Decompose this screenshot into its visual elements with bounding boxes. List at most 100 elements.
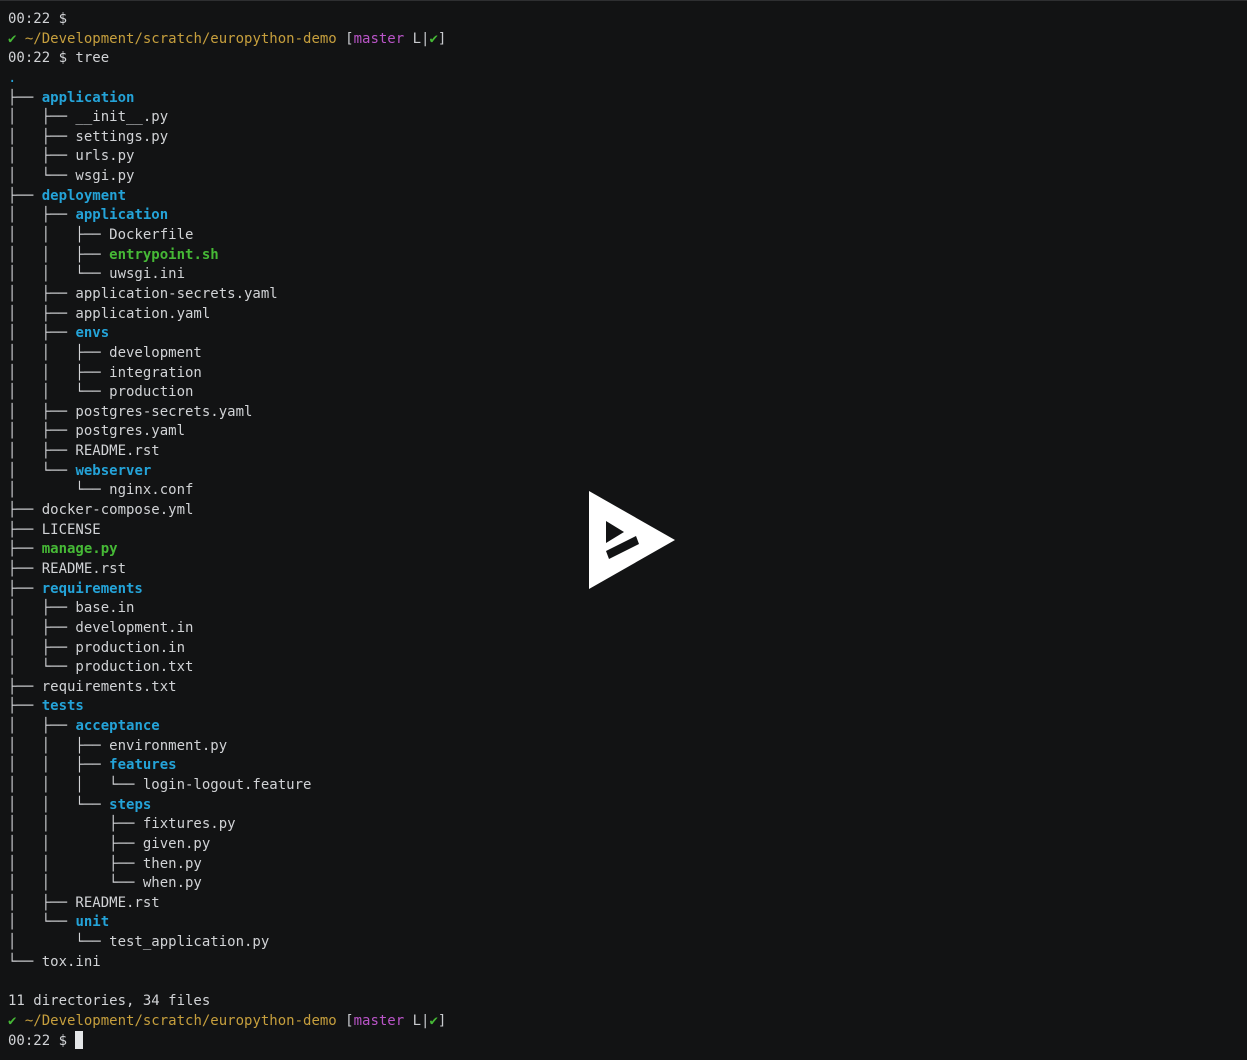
terminal-line: │ ├── settings.py: [8, 128, 1247, 148]
terminal-text: │ ├── README.rst: [8, 894, 160, 911]
terminal-text: .: [8, 69, 17, 86]
terminal-text: │ │ ├── then.py: [8, 855, 202, 872]
terminal-text: │ │ ├── integration: [8, 364, 202, 381]
terminal-text: ├──: [8, 187, 42, 204]
terminal-line: │ ├── application-secrets.yaml: [8, 285, 1247, 305]
terminal-line: │ │ ├── integration: [8, 364, 1247, 384]
terminal-line: │ │ └── uwsgi.ini: [8, 265, 1247, 285]
terminal-text: ├── docker-compose.yml: [8, 502, 194, 519]
terminal-line: │ │ ├── Dockerfile: [8, 226, 1247, 246]
terminal-line: ├── tests: [8, 697, 1247, 717]
terminal-text: │ ├── application.yaml: [8, 305, 211, 322]
terminal-line: │ ├── production.in: [8, 639, 1247, 659]
terminal-text: │ │ └── uwsgi.ini: [8, 266, 186, 283]
check-icon: ✔: [429, 30, 438, 47]
check-icon: ✔: [429, 1012, 438, 1029]
git-branch-name: master: [353, 30, 405, 47]
terminal-line: │ │ └── steps: [8, 796, 1247, 816]
terminal-line: ├── requirements.txt: [8, 678, 1247, 698]
terminal-line: │ ├── postgres-secrets.yaml: [8, 403, 1247, 423]
terminal-text: │ └── nginx.conf: [8, 482, 194, 499]
terminal-text: L|: [404, 1012, 430, 1029]
terminal-text: │ │ ├── Dockerfile: [8, 227, 194, 244]
terminal-text: │ ├── base.in: [8, 600, 135, 617]
terminal-line: └── tox.ini: [8, 953, 1247, 973]
terminal-text: ├──: [8, 89, 42, 106]
terminal-text: ├──: [8, 541, 42, 558]
terminal-text: └── tox.ini: [8, 953, 101, 970]
terminal-line: │ ├── application: [8, 206, 1247, 226]
terminal-text: │ ├── __init__.py: [8, 109, 169, 126]
terminal-line: │ │ ├── given.py: [8, 835, 1247, 855]
tree-directory-name: webserver: [75, 462, 152, 479]
terminal-line: 00:22 $: [8, 1031, 1247, 1051]
terminal-text: │ │ ├── given.py: [8, 835, 211, 852]
terminal-text: │ └── production.txt: [8, 659, 194, 676]
tree-directory-name: steps: [109, 796, 152, 813]
terminal-text: │ ├──: [8, 325, 76, 342]
terminal-line: │ ├── acceptance: [8, 717, 1247, 737]
prompt-path: ~/Development/scratch/europython-demo: [16, 30, 337, 47]
terminal-line: │ └── webserver: [8, 462, 1247, 482]
terminal-text: │ └──: [8, 462, 76, 479]
terminal-text: ├── LICENSE: [8, 521, 101, 538]
terminal-text: │ ├── development.in: [8, 619, 194, 636]
terminal-line: │ ├── envs: [8, 324, 1247, 344]
terminal-text: 00:22 $: [8, 11, 76, 27]
terminal-text: │ │ ├── fixtures.py: [8, 816, 236, 833]
terminal-line: │ ├── __init__.py: [8, 108, 1247, 128]
tree-directory-name: tests: [41, 698, 84, 715]
terminal-line: │ └── production.txt: [8, 658, 1247, 678]
terminal-line: │ │ └── production: [8, 383, 1247, 403]
terminal-line: ├── deployment: [8, 187, 1247, 207]
terminal-text: │ ├── README.rst: [8, 443, 160, 460]
terminal-text: │ └──: [8, 914, 76, 931]
terminal-text: │ ├──: [8, 207, 76, 224]
terminal-line: │ │ ├── entrypoint.sh: [8, 246, 1247, 266]
terminal-text: │ │ └── when.py: [8, 875, 202, 892]
terminal-text: │ │ └──: [8, 796, 110, 813]
terminal-line: │ └── unit: [8, 913, 1247, 933]
tree-directory-name: envs: [75, 325, 110, 342]
terminal-text: │ │ ├── development: [8, 344, 202, 361]
terminal-text: │ └── test_application.py: [8, 934, 270, 951]
terminal-line: 00:22 $: [8, 10, 1247, 30]
terminal-text: ├── README.rst: [8, 560, 127, 577]
terminal-text: │ │ ├── environment.py: [8, 737, 228, 754]
terminal-line: │ │ ├── environment.py: [8, 737, 1247, 757]
terminal-line: │ ├── urls.py: [8, 147, 1247, 167]
terminal-line: │ └── wsgi.py: [8, 167, 1247, 187]
terminal-text: │ ├── urls.py: [8, 148, 135, 165]
tree-directory-name: deployment: [41, 187, 127, 204]
terminal-text: │ ├── postgres-secrets.yaml: [8, 403, 253, 420]
tree-directory-name: features: [109, 757, 177, 774]
tree-executable-name: manage.py: [41, 541, 118, 558]
asciinema-play-icon: [589, 491, 675, 589]
terminal-text: │ ├── settings.py: [8, 128, 169, 145]
play-button[interactable]: [586, 489, 678, 592]
terminal-text: ├──: [8, 698, 42, 715]
terminal-line: .: [8, 69, 1247, 89]
git-branch-name: master: [353, 1012, 405, 1029]
terminal-text: [: [336, 1012, 354, 1029]
tree-directory-name: application: [75, 207, 169, 224]
terminal-line: │ └── test_application.py: [8, 933, 1247, 953]
terminal-text: │ │ └── production: [8, 384, 194, 401]
terminal-line: ├── application: [8, 89, 1247, 109]
terminal-text: ├──: [8, 580, 42, 597]
terminal-line: │ │ └── when.py: [8, 874, 1247, 894]
terminal-line: │ │ ├── fixtures.py: [8, 815, 1247, 835]
terminal-text: │ ├── postgres.yaml: [8, 423, 186, 440]
terminal-line: │ │ ├── development: [8, 344, 1247, 364]
terminal-line: │ ├── README.rst: [8, 442, 1247, 462]
terminal-line: 11 directories, 34 files: [8, 992, 1247, 1012]
tree-directory-name: acceptance: [75, 718, 160, 735]
terminal-line: │ ├── postgres.yaml: [8, 422, 1247, 442]
prompt-path: ~/Development/scratch/europython-demo: [16, 1012, 337, 1029]
tree-executable-name: entrypoint.sh: [109, 246, 219, 263]
terminal-line: ✔ ~/Development/scratch/europython-demo …: [8, 1012, 1247, 1032]
terminal-text: │ ├── application-secrets.yaml: [8, 285, 278, 302]
terminal-line: │ │ │ └── login-logout.feature: [8, 776, 1247, 796]
terminal-text: 00:22 $: [8, 1033, 76, 1050]
